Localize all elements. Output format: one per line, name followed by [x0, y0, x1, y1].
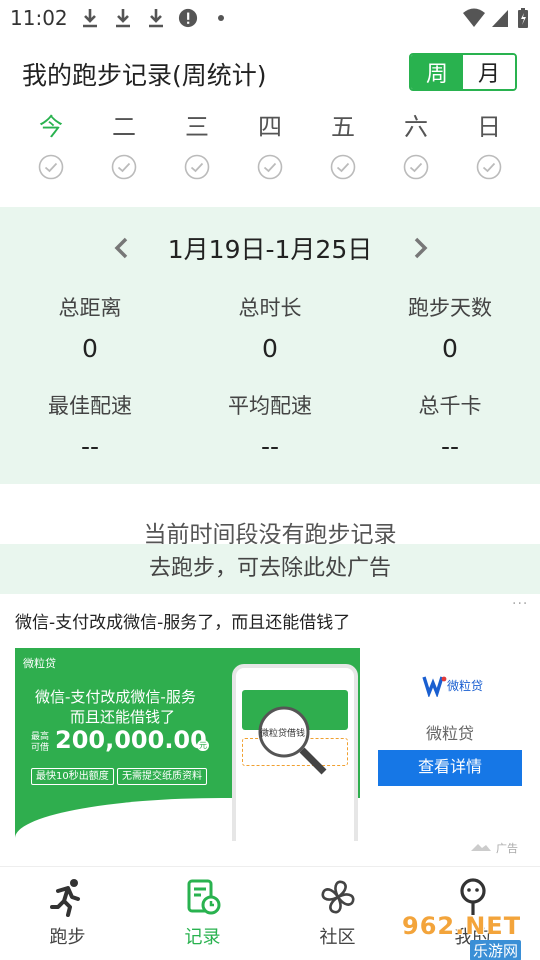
- stat-label: 跑步天数: [408, 296, 492, 320]
- check-circle-icon: [38, 154, 64, 180]
- stat-label: 总千卡: [418, 394, 482, 418]
- nav-label: 记录: [184, 927, 221, 948]
- screen: 11:02 我的跑步记录(周统计) 周 月 今 二 三 四 五 六 日 1月19…: [0, 0, 540, 960]
- stat-label: 总时长: [238, 296, 302, 320]
- user-icon: [459, 878, 486, 915]
- ad-brand-small: 微粒贷: [23, 657, 56, 670]
- nav-label: 跑步: [49, 927, 86, 948]
- day-label: 二: [112, 113, 136, 141]
- day-label: 日: [477, 113, 501, 141]
- ad-title[interactable]: 微信-支付改成微信-服务了，而且还能借钱了: [15, 608, 350, 633]
- page-title: 我的跑步记录(周统计): [22, 61, 267, 90]
- day-column[interactable]: 五: [307, 108, 379, 184]
- pinwheel-icon: [321, 880, 354, 914]
- stat-best-pace: 最佳配速 --: [0, 390, 180, 461]
- download-icon: [149, 9, 163, 28]
- day-column[interactable]: 四: [234, 108, 306, 184]
- ad-tag: 广告: [496, 842, 518, 855]
- stat-label: 总距离: [58, 296, 122, 320]
- watermark-text: 962.NET: [402, 912, 522, 940]
- stat-value: 0: [82, 334, 98, 363]
- ad-brand-name: 微粒贷: [425, 724, 474, 743]
- day-label: 六: [404, 113, 428, 141]
- watermark: 962.NET 乐游网: [400, 912, 540, 960]
- ad-max-label: 最高 可借: [31, 732, 50, 753]
- day-column[interactable]: 二: [88, 108, 160, 184]
- check-circle-icon: [257, 154, 283, 180]
- records-clock-icon: [187, 879, 220, 915]
- chevron-right-icon[interactable]: [410, 236, 430, 260]
- stat-label: 平均配速: [228, 394, 312, 418]
- stat-value: --: [80, 432, 100, 461]
- stat-label: 最佳配速: [48, 394, 132, 418]
- nav-records[interactable]: 记录: [135, 877, 270, 949]
- check-circle-icon: [111, 154, 137, 180]
- download-icon: [116, 9, 130, 28]
- ad-headline-2: 而且还能借钱了: [70, 708, 176, 726]
- day-label: 三: [185, 113, 209, 141]
- day-column[interactable]: 今: [15, 108, 87, 184]
- view-details-button[interactable]: 查看详情: [378, 750, 522, 786]
- logo-text: 微粒贷: [447, 679, 484, 693]
- ad-pill: 无需提交纸质资料: [117, 768, 207, 785]
- stat-value: 0: [262, 334, 278, 363]
- alert-icon: [178, 8, 198, 28]
- nav-community[interactable]: 社区: [270, 877, 405, 949]
- nav-run[interactable]: 跑步: [0, 877, 135, 949]
- day-label: 今: [39, 113, 63, 141]
- ad-yuan: 元: [197, 740, 209, 751]
- check-circle-icon: [184, 154, 210, 180]
- status-bar: 11:02: [0, 0, 540, 36]
- day-label: 四: [258, 113, 282, 141]
- ad-amount: 200,000.00: [55, 726, 207, 754]
- watermark-sub: 乐游网: [470, 940, 522, 960]
- stat-total-duration: 总时长 0: [180, 292, 360, 363]
- toggle-month[interactable]: 月: [463, 55, 515, 89]
- ad-mark-icon: [471, 844, 491, 851]
- day-label: 五: [331, 113, 355, 141]
- stat-total-kcal: 总千卡 --: [360, 390, 540, 461]
- ad-more-button[interactable]: ···: [512, 596, 528, 612]
- day-column[interactable]: 三: [161, 108, 233, 184]
- ad-pill: 最快10秒出额度: [31, 768, 114, 785]
- period-toggle[interactable]: 周 月: [409, 53, 517, 91]
- stat-value: --: [260, 432, 280, 461]
- date-range: 1月19日-1月25日: [167, 235, 373, 264]
- remove-ad-banner[interactable]: 去跑步，可去除此处广告: [0, 544, 540, 594]
- status-time: 11:02: [10, 6, 68, 30]
- ad-headline-1: 微信-支付改成微信-服务: [35, 688, 196, 706]
- stat-value: --: [440, 432, 460, 461]
- stat-total-distance: 总距离 0: [0, 292, 180, 363]
- wifi-icon: [463, 8, 485, 27]
- runner-icon: [49, 879, 80, 917]
- battery-icon: [518, 8, 528, 28]
- dot-icon: [218, 15, 224, 21]
- stat-avg-pace: 平均配速 --: [180, 390, 360, 461]
- toggle-week[interactable]: 周: [411, 55, 463, 89]
- week-row: 今 二 三 四 五 六 日: [15, 108, 525, 188]
- nav-label: 社区: [319, 927, 356, 948]
- check-circle-icon: [476, 154, 502, 180]
- day-column[interactable]: 日: [453, 108, 525, 184]
- stat-value: 0: [442, 334, 458, 363]
- check-circle-icon: [330, 154, 356, 180]
- day-column[interactable]: 六: [380, 108, 452, 184]
- magnifier-icon: [258, 706, 327, 775]
- download-icon: [83, 9, 97, 28]
- ad-image[interactable]: 微粒贷 微信-支付改成微信-服务 而且还能借钱了 最高 可借 200,000.0…: [15, 648, 360, 841]
- phone-label: 微粒贷借钱: [260, 729, 306, 739]
- stat-run-days: 跑步天数 0: [360, 292, 540, 363]
- check-circle-icon: [403, 154, 429, 180]
- phone-mockup: 微粒贷借钱: [232, 664, 358, 841]
- signal-icon: [492, 10, 508, 27]
